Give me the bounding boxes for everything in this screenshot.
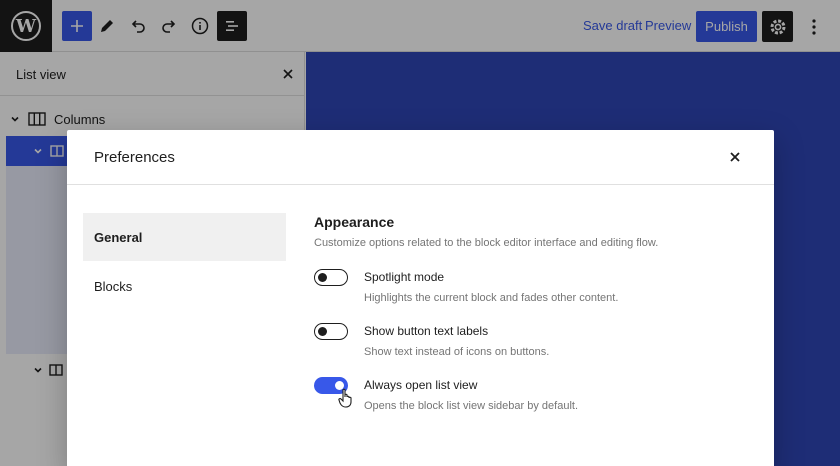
pointer-hand-icon (338, 388, 352, 408)
option-label: Spotlight mode (364, 270, 445, 284)
modal-close-button[interactable] (725, 147, 745, 167)
toggle-knob (318, 273, 327, 282)
close-icon (730, 152, 740, 162)
tab-general[interactable]: General (83, 213, 286, 261)
preferences-modal: Preferences General Blocks Appearance Cu… (67, 130, 774, 466)
tab-blocks[interactable]: Blocks (83, 262, 286, 310)
option-help: Highlights the current block and fades o… (364, 292, 619, 304)
section-title: Appearance (314, 214, 395, 230)
option-label: Always open list view (364, 378, 478, 392)
spotlight-mode-toggle[interactable] (314, 269, 348, 286)
modal-header: Preferences (67, 130, 774, 185)
toggle-knob (318, 327, 327, 336)
option-help: Opens the block list view sidebar by def… (364, 400, 579, 412)
option-help: Show text instead of icons on buttons. (364, 346, 550, 358)
section-description: Customize options related to the block e… (314, 237, 659, 249)
modal-title: Preferences (94, 149, 175, 166)
option-label: Show button text labels (364, 324, 489, 338)
show-button-text-labels-toggle[interactable] (314, 323, 348, 340)
